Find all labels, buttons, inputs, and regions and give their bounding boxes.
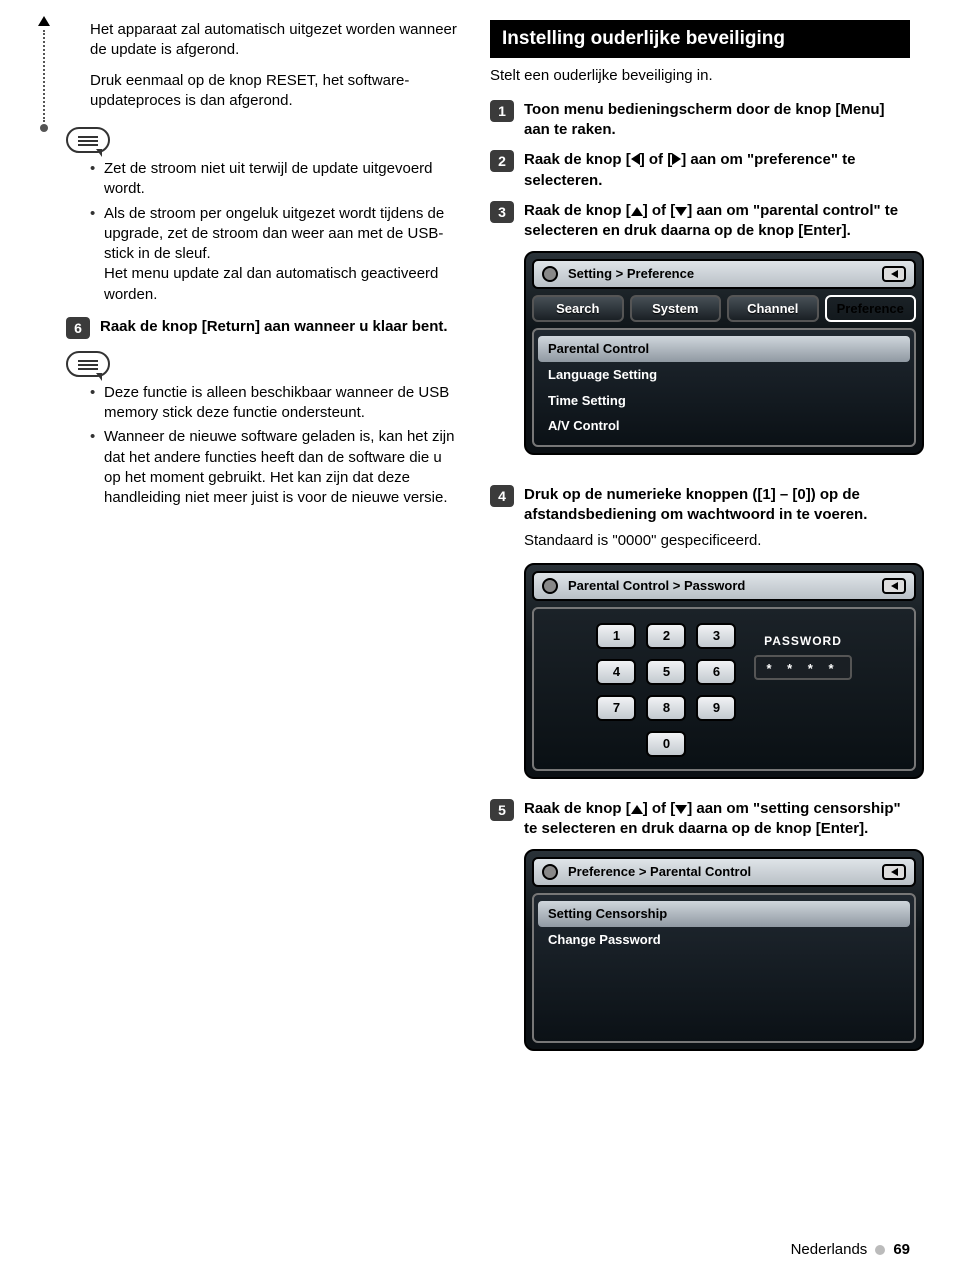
step-text: Druk op de numerieke knoppen ([1] – [0])… [524, 485, 910, 526]
tab-system[interactable]: System [630, 295, 722, 323]
note-item: Wanneer de nieuwe software geladen is, k… [90, 427, 460, 508]
note-icon [66, 351, 110, 377]
footer-dot-icon [875, 1245, 885, 1255]
step-5: 5 Raak de knop [] of [] aan om "setting … [490, 799, 910, 840]
step-text-part: Raak de knop [ [524, 151, 631, 168]
screen-breadcrumb: Preference > Parental Control [532, 857, 916, 887]
back-icon[interactable] [882, 266, 906, 282]
step-number: 1 [490, 100, 514, 122]
note-list-1: Zet de stroom niet uit terwijl de update… [90, 159, 460, 305]
key-5[interactable]: 5 [646, 659, 686, 685]
page-number: 69 [893, 1240, 910, 1260]
note-icon [66, 127, 110, 153]
step-text: Raak de knop [Return] aan wanneer u klaa… [100, 317, 460, 339]
screen-parental-control: Preference > Parental Control Setting Ce… [524, 849, 924, 1051]
step-4-note: Standaard is "0000" gespecificeerd. [524, 531, 910, 551]
step-6: 6 Raak de knop [Return] aan wanneer u kl… [66, 317, 460, 339]
step-number: 3 [490, 201, 514, 223]
menu-item-parental-control[interactable]: Parental Control [538, 336, 910, 362]
menu-item-time-setting[interactable]: Time Setting [538, 388, 910, 414]
step-1: 1 Toon menu bedieningscherm door de knop… [490, 100, 910, 141]
note-item: Als de stroom per ongeluk uitgezet wordt… [90, 204, 460, 305]
step-2: 2 Raak de knop [] of [] aan om "preferen… [490, 150, 910, 191]
key-4[interactable]: 4 [596, 659, 636, 685]
step-number: 4 [490, 485, 514, 507]
back-icon[interactable] [882, 578, 906, 594]
key-8[interactable]: 8 [646, 695, 686, 721]
footer-language: Nederlands [791, 1240, 868, 1260]
note-list-2: Deze functie is alleen beschikbaar wanne… [90, 383, 460, 509]
step-number: 5 [490, 799, 514, 821]
key-0[interactable]: 0 [646, 731, 686, 757]
triangle-left-icon [631, 153, 640, 165]
password-mask: * * * * [754, 655, 851, 680]
password-label: PASSWORD [764, 633, 842, 649]
triangle-down-icon [675, 805, 687, 814]
screen-preference: Setting > Preference Search System Chann… [524, 251, 924, 454]
breadcrumb-text: Preference > Parental Control [568, 863, 751, 881]
menu-item-av-control[interactable]: A/V Control [538, 413, 910, 439]
section-subtitle: Stelt een ouderlijke beveiliging in. [490, 66, 910, 86]
step-text: Raak de knop [] of [] aan om "preference… [524, 150, 910, 191]
step-text: Raak de knop [] of [] aan om "parental c… [524, 201, 910, 242]
screen-breadcrumb: Setting > Preference [532, 259, 916, 289]
keypad-body: 1 2 3 4 5 6 7 8 9 0 PASSWORD * * * * [532, 607, 916, 771]
key-3[interactable]: 3 [696, 623, 736, 649]
key-1[interactable]: 1 [596, 623, 636, 649]
page-footer: Nederlands 69 [791, 1240, 910, 1260]
step-text: Toon menu bedieningscherm door de knop [… [524, 100, 910, 141]
gear-icon [542, 864, 558, 880]
step-text-part: Raak de knop [ [524, 800, 631, 817]
triangle-up-icon [631, 805, 643, 814]
breadcrumb-text: Parental Control > Password [568, 577, 745, 595]
screen-breadcrumb: Parental Control > Password [532, 571, 916, 601]
password-box: PASSWORD * * * * [754, 633, 851, 680]
screen-menu: Setting Censorship Change Password [532, 893, 916, 1043]
note-item: Deze functie is alleen beschikbaar wanne… [90, 383, 460, 424]
tab-channel[interactable]: Channel [727, 295, 819, 323]
gear-icon [542, 578, 558, 594]
triangle-down-icon [675, 207, 687, 216]
left-column: Het apparaat zal automatisch uitgezet wo… [40, 20, 460, 1069]
step-text-part: ] of [ [640, 151, 672, 168]
step-text-part: ] of [ [643, 800, 675, 817]
gear-icon [542, 266, 558, 282]
section-title: Instelling ouderlijke beveiliging [490, 20, 910, 58]
key-7[interactable]: 7 [596, 695, 636, 721]
menu-item-change-password[interactable]: Change Password [538, 927, 910, 953]
tab-search[interactable]: Search [532, 295, 624, 323]
back-icon[interactable] [882, 864, 906, 880]
keypad-grid: 1 2 3 4 5 6 7 8 9 0 [596, 623, 736, 757]
menu-item-setting-censorship[interactable]: Setting Censorship [538, 901, 910, 927]
step-text-part: ] of [ [643, 202, 675, 219]
step-text: Raak de knop [] of [] aan om "setting ce… [524, 799, 910, 840]
key-6[interactable]: 6 [696, 659, 736, 685]
step-4: 4 Druk op de numerieke knoppen ([1] – [0… [490, 485, 910, 526]
intro-paragraph-2: Druk eenmaal op de knop RESET, het softw… [90, 71, 460, 112]
triangle-up-icon [631, 207, 643, 216]
step-number: 2 [490, 150, 514, 172]
screen-password: Parental Control > Password 1 2 3 4 5 6 … [524, 563, 924, 779]
note-item: Zet de stroom niet uit terwijl de update… [90, 159, 460, 200]
step-text-part: Raak de knop [ [524, 202, 631, 219]
right-column: Instelling ouderlijke beveiliging Stelt … [490, 20, 910, 1069]
key-2[interactable]: 2 [646, 623, 686, 649]
key-9[interactable]: 9 [696, 695, 736, 721]
intro-paragraph-1: Het apparaat zal automatisch uitgezet wo… [90, 20, 460, 61]
tab-preference[interactable]: Preference [825, 295, 917, 323]
menu-item-language-setting[interactable]: Language Setting [538, 362, 910, 388]
triangle-right-icon [672, 153, 681, 165]
step-3: 3 Raak de knop [] of [] aan om "parental… [490, 201, 910, 242]
step-number: 6 [66, 317, 90, 339]
breadcrumb-text: Setting > Preference [568, 265, 694, 283]
screen-menu: Parental Control Language Setting Time S… [532, 328, 916, 446]
screen-tabs: Search System Channel Preference [532, 295, 916, 323]
